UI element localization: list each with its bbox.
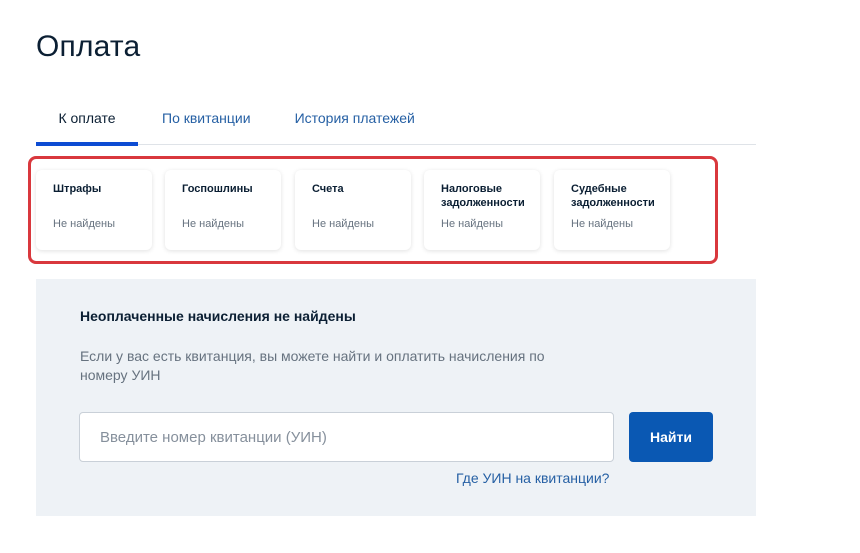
category-title: Налоговые задолженности bbox=[441, 183, 525, 209]
tab-by-receipt[interactable]: По квитанции bbox=[140, 100, 273, 145]
category-title: Штрафы bbox=[53, 183, 102, 195]
category-card-fines[interactable]: Штрафы Не найдены bbox=[36, 170, 152, 250]
category-status: Не найдены bbox=[53, 218, 115, 230]
category-status: Не найдены bbox=[441, 218, 503, 230]
uin-search-input[interactable] bbox=[79, 412, 614, 462]
where-is-uin-link[interactable]: Где УИН на квитанции? bbox=[456, 470, 609, 486]
tab-to-pay[interactable]: К оплате bbox=[36, 100, 138, 146]
find-button[interactable]: Найти bbox=[629, 412, 713, 462]
category-status: Не найдены bbox=[312, 218, 374, 230]
category-card-tax-debts[interactable]: Налоговые задолженности Не найдены bbox=[424, 170, 540, 250]
page-title: Оплата bbox=[36, 30, 141, 63]
category-status: Не найдены bbox=[182, 218, 244, 230]
no-charges-description: Если у вас есть квитанция, вы можете най… bbox=[80, 348, 545, 383]
category-title: Счета bbox=[312, 183, 344, 195]
category-card-state-duties[interactable]: Госпошлины Не найдены bbox=[165, 170, 281, 250]
category-card-bills[interactable]: Счета Не найдены bbox=[295, 170, 411, 250]
no-charges-panel: Неоплаченные начисления не найдены Если … bbox=[36, 279, 756, 516]
category-title: Судебные задолженности bbox=[571, 183, 655, 209]
tab-payment-history[interactable]: История платежей bbox=[273, 100, 437, 145]
category-status: Не найдены bbox=[571, 218, 633, 230]
category-title: Госпошлины bbox=[182, 183, 253, 195]
category-card-court-debts[interactable]: Судебные задолженности Не найдены bbox=[554, 170, 670, 250]
no-charges-heading: Неоплаченные начисления не найдены bbox=[80, 308, 356, 324]
payment-tabs: К оплате По квитанции История платежей bbox=[36, 100, 756, 146]
